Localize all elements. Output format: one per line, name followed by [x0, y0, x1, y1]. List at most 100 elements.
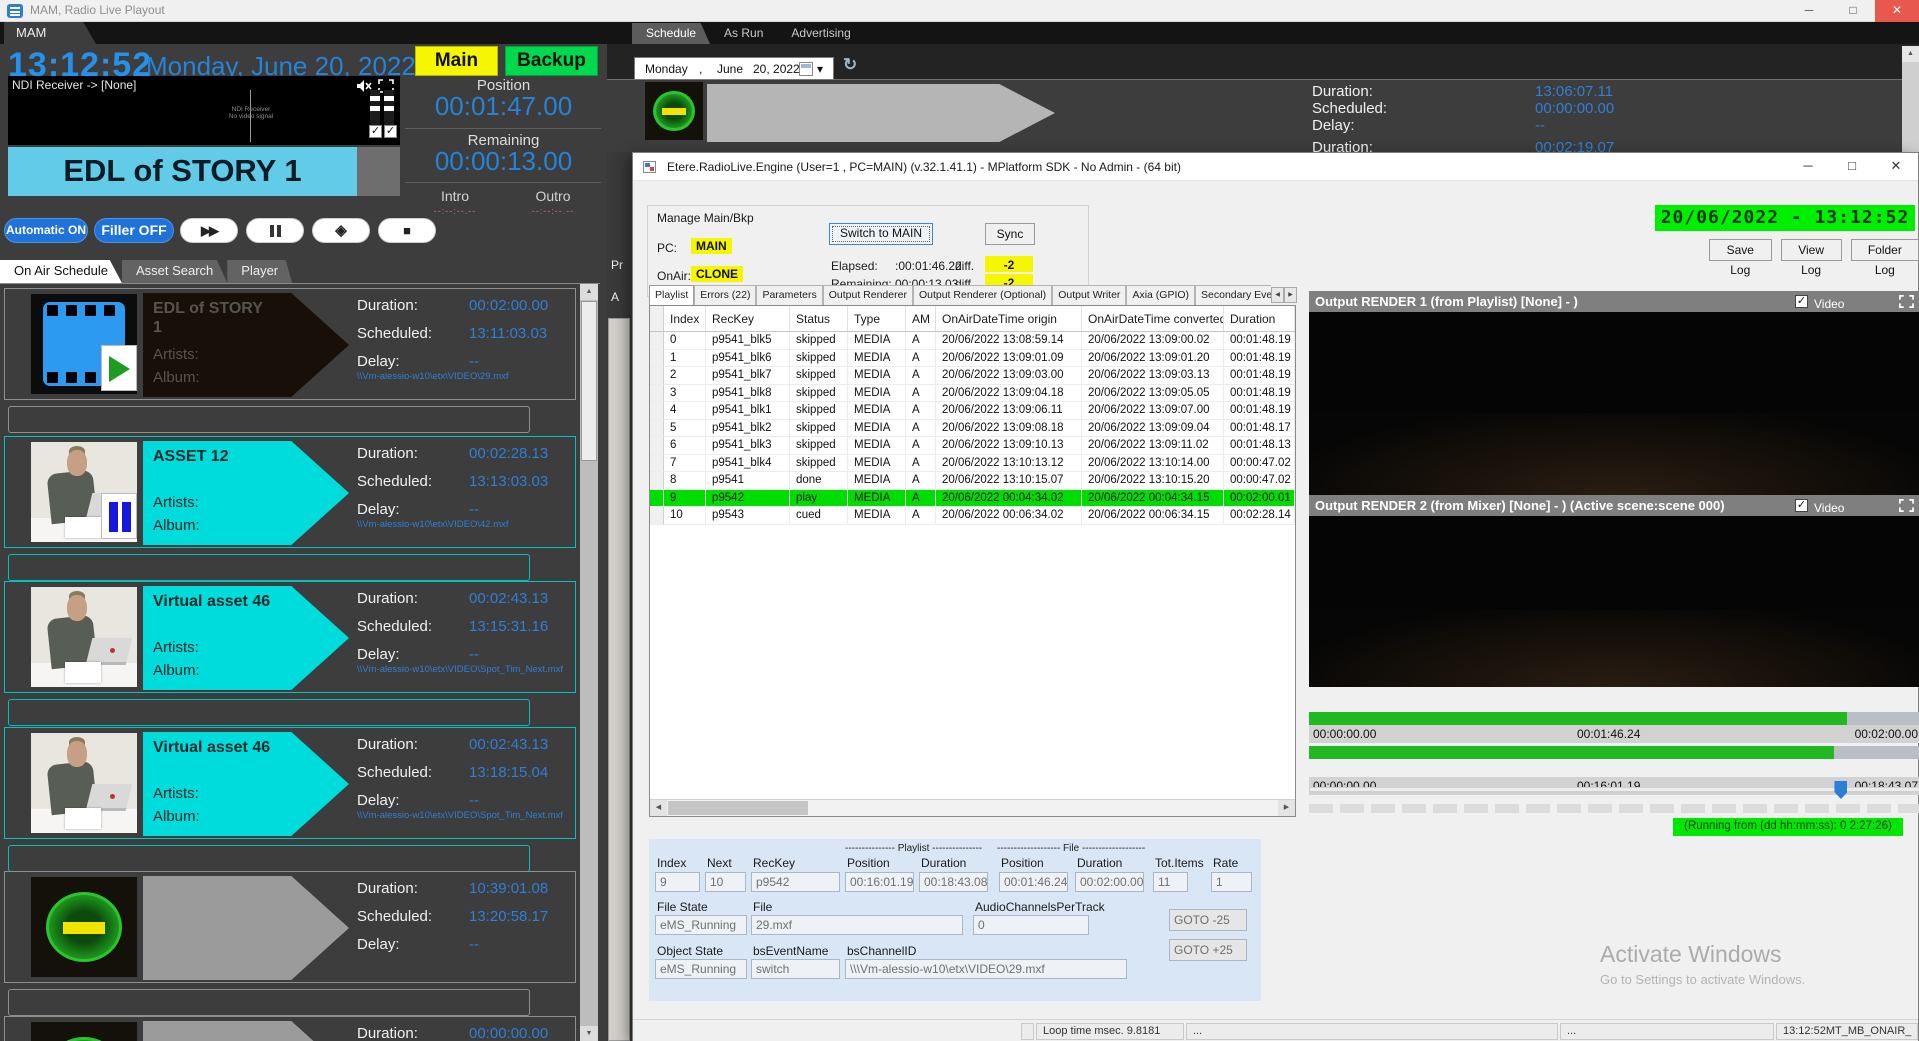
row-selector[interactable]: [650, 402, 664, 420]
pause-icon[interactable]: [101, 493, 137, 539]
empty-slot[interactable]: [8, 845, 530, 872]
seek-slider-thumb[interactable]: [1834, 781, 1847, 799]
tab-scroll-left-icon[interactable]: ◀: [1271, 287, 1284, 303]
row-selector[interactable]: [650, 472, 664, 490]
playlist-row[interactable]: 7p9541_blk4skippedMEDIAA20/06/2022 13:10…: [650, 455, 1295, 473]
column-header-5[interactable]: OnAirDateTime origin: [936, 306, 1082, 331]
fullscreen-icon[interactable]: [1899, 294, 1914, 309]
reckey-field[interactable]: p9542: [751, 872, 840, 892]
schedule-scrollbar[interactable]: ▲ ▼: [580, 284, 598, 1041]
play-icon[interactable]: [101, 345, 137, 391]
tab-engine-1[interactable]: Errors (22): [694, 285, 756, 305]
tab-engine-6[interactable]: Axia (GPIO): [1126, 285, 1195, 305]
row-selector[interactable]: [650, 420, 664, 438]
playlist-row[interactable]: 6p9541_blk3skippedMEDIAA20/06/2022 13:09…: [650, 437, 1295, 455]
column-header-2[interactable]: Status: [790, 306, 848, 331]
playlist-row[interactable]: 2p9541_blk7skippedMEDIAA20/06/2022 13:09…: [650, 367, 1295, 385]
tab-onair-1[interactable]: Asset Search: [122, 260, 227, 283]
empty-slot[interactable]: [8, 554, 530, 581]
column-header-1[interactable]: RecKey: [706, 306, 790, 331]
next-field[interactable]: 10: [705, 872, 746, 892]
close-icon[interactable]: ✕: [1874, 153, 1918, 181]
table-hscrollbar[interactable]: ◀ ▶: [650, 799, 1295, 816]
main-button[interactable]: Main: [415, 46, 498, 76]
tab-engine-4[interactable]: Output Renderer (Optional): [913, 285, 1052, 305]
switch-to-main-button[interactable]: Switch to MAIN: [829, 223, 933, 245]
file-state-field[interactable]: eMS_Running: [655, 915, 747, 935]
tab-mam[interactable]: MAM: [4, 22, 96, 44]
column-header-0[interactable]: Index: [664, 306, 706, 331]
goto-plus-button[interactable]: GOTO +25: [1169, 939, 1247, 961]
schedule-panel-scrollbar[interactable]: ▲: [1902, 46, 1919, 152]
schedule-item[interactable]: EDL of STORY 1Artists:Album:Duration:00:…: [4, 288, 576, 400]
etere-titlebar[interactable]: Etere.RadioLive.Engine (User=1 , PC=MAIN…: [633, 153, 1918, 181]
schedule-item[interactable]: ASSET 12Artists:Album:Duration:00:02:28.…: [4, 436, 576, 548]
audio-channels-field[interactable]: 0: [973, 915, 1089, 935]
pause-button[interactable]: [246, 218, 304, 243]
minimize-icon[interactable]: ─: [1787, 0, 1831, 22]
scroll-up-icon[interactable]: ▲: [1902, 46, 1919, 62]
filler-toggle-button[interactable]: Filler OFF: [94, 218, 174, 243]
tab-engine-5[interactable]: Output Writer: [1052, 285, 1126, 305]
video-checkbox[interactable]: ✓: [1795, 295, 1808, 308]
scroll-up-icon[interactable]: ▲: [580, 284, 598, 300]
tab-schedule-1[interactable]: As Run: [710, 23, 777, 44]
tab-engine-2[interactable]: Parameters: [756, 285, 822, 305]
playlist-row[interactable]: 10p9543cuedMEDIAA20/06/2022 00:06:34.022…: [650, 507, 1295, 525]
refresh-icon[interactable]: ↻: [843, 55, 857, 75]
tab-schedule-2[interactable]: Advertising: [777, 23, 864, 44]
video-checkbox[interactable]: ✓: [1795, 499, 1808, 512]
playlist-position-field[interactable]: 00:16:01.19: [845, 872, 914, 892]
seek-slider[interactable]: [1309, 787, 1919, 792]
bschannel-field[interactable]: \\\Vm-alessio-w10\etx\VIDEO\29.mxf: [845, 959, 1127, 979]
empty-slot[interactable]: [8, 406, 530, 433]
loop-button[interactable]: ◈: [312, 218, 370, 243]
file-field[interactable]: 29.mxf: [751, 915, 963, 935]
close-icon[interactable]: ✕: [1875, 0, 1919, 22]
maximize-icon[interactable]: □: [1831, 0, 1875, 22]
schedule-item[interactable]: Virtual asset 46Artists:Album:Duration:0…: [4, 727, 576, 839]
row-selector[interactable]: [650, 367, 664, 385]
tab-schedule-0[interactable]: Schedule: [632, 23, 710, 44]
tab-engine-0[interactable]: Playlist: [649, 285, 694, 305]
log-button-0[interactable]: Save Log: [1709, 239, 1772, 261]
calendar-icon[interactable]: [799, 62, 813, 76]
object-state-field[interactable]: eMS_Running: [655, 959, 747, 979]
index-field[interactable]: 9: [655, 872, 700, 892]
empty-slot[interactable]: [8, 989, 530, 1016]
playlist-row[interactable]: 4p9541_blk1skippedMEDIAA20/06/2022 13:09…: [650, 402, 1295, 420]
calendar-dropdown-icon[interactable]: ▾: [817, 62, 823, 76]
minimize-icon[interactable]: ─: [1786, 153, 1830, 181]
backup-button[interactable]: Backup: [505, 46, 598, 76]
column-header-3[interactable]: Type: [848, 306, 906, 331]
channel-checkbox-right[interactable]: ✓: [384, 125, 397, 138]
empty-slot[interactable]: [8, 699, 530, 726]
stop-button[interactable]: ■: [378, 218, 436, 243]
tab-onair-2[interactable]: Player: [227, 260, 292, 283]
tab-onair-0[interactable]: On Air Schedule: [0, 260, 122, 283]
maximize-icon[interactable]: □: [1830, 153, 1874, 181]
sync-button[interactable]: Sync: [985, 223, 1035, 245]
goto-minus-button[interactable]: GOTO -25: [1169, 909, 1247, 931]
tab-engine-3[interactable]: Output Renderer: [823, 285, 913, 305]
row-selector[interactable]: [650, 350, 664, 368]
fast-forward-button[interactable]: ▶▶: [180, 218, 238, 243]
tab-scroll-right-icon[interactable]: ▶: [1284, 287, 1297, 303]
schedule-item[interactable]: Virtual asset 46Artists:Album:Duration:0…: [4, 581, 576, 693]
schedule-item[interactable]: Duration:10:39:01.08Scheduled:13:20:58.1…: [4, 871, 576, 983]
column-header-4[interactable]: AM: [906, 306, 936, 331]
row-selector[interactable]: [650, 490, 664, 508]
scroll-right-icon[interactable]: ▶: [1278, 800, 1295, 816]
playlist-row[interactable]: 9p9542playMEDIAA20/06/2022 00:04:34.0220…: [650, 490, 1295, 508]
playlist-row[interactable]: 8p9541doneMEDIAA20/06/2022 13:10:15.0720…: [650, 472, 1295, 490]
row-selector[interactable]: [650, 385, 664, 403]
playlist-row[interactable]: 5p9541_blk2skippedMEDIAA20/06/2022 13:09…: [650, 420, 1295, 438]
column-header-6[interactable]: OnAirDateTime converted: [1082, 306, 1224, 331]
row-selector[interactable]: [650, 455, 664, 473]
playlist-row[interactable]: 0p9541_blk5skippedMEDIAA20/06/2022 13:08…: [650, 332, 1295, 350]
bsevent-field[interactable]: switch: [751, 959, 840, 979]
file-duration-field[interactable]: 00:02:00.00: [1075, 872, 1144, 892]
schedule-item[interactable]: Duration:00:00:00.00: [4, 1016, 576, 1041]
column-header-7[interactable]: Duration: [1224, 306, 1295, 331]
rate-field[interactable]: 1: [1211, 872, 1252, 892]
